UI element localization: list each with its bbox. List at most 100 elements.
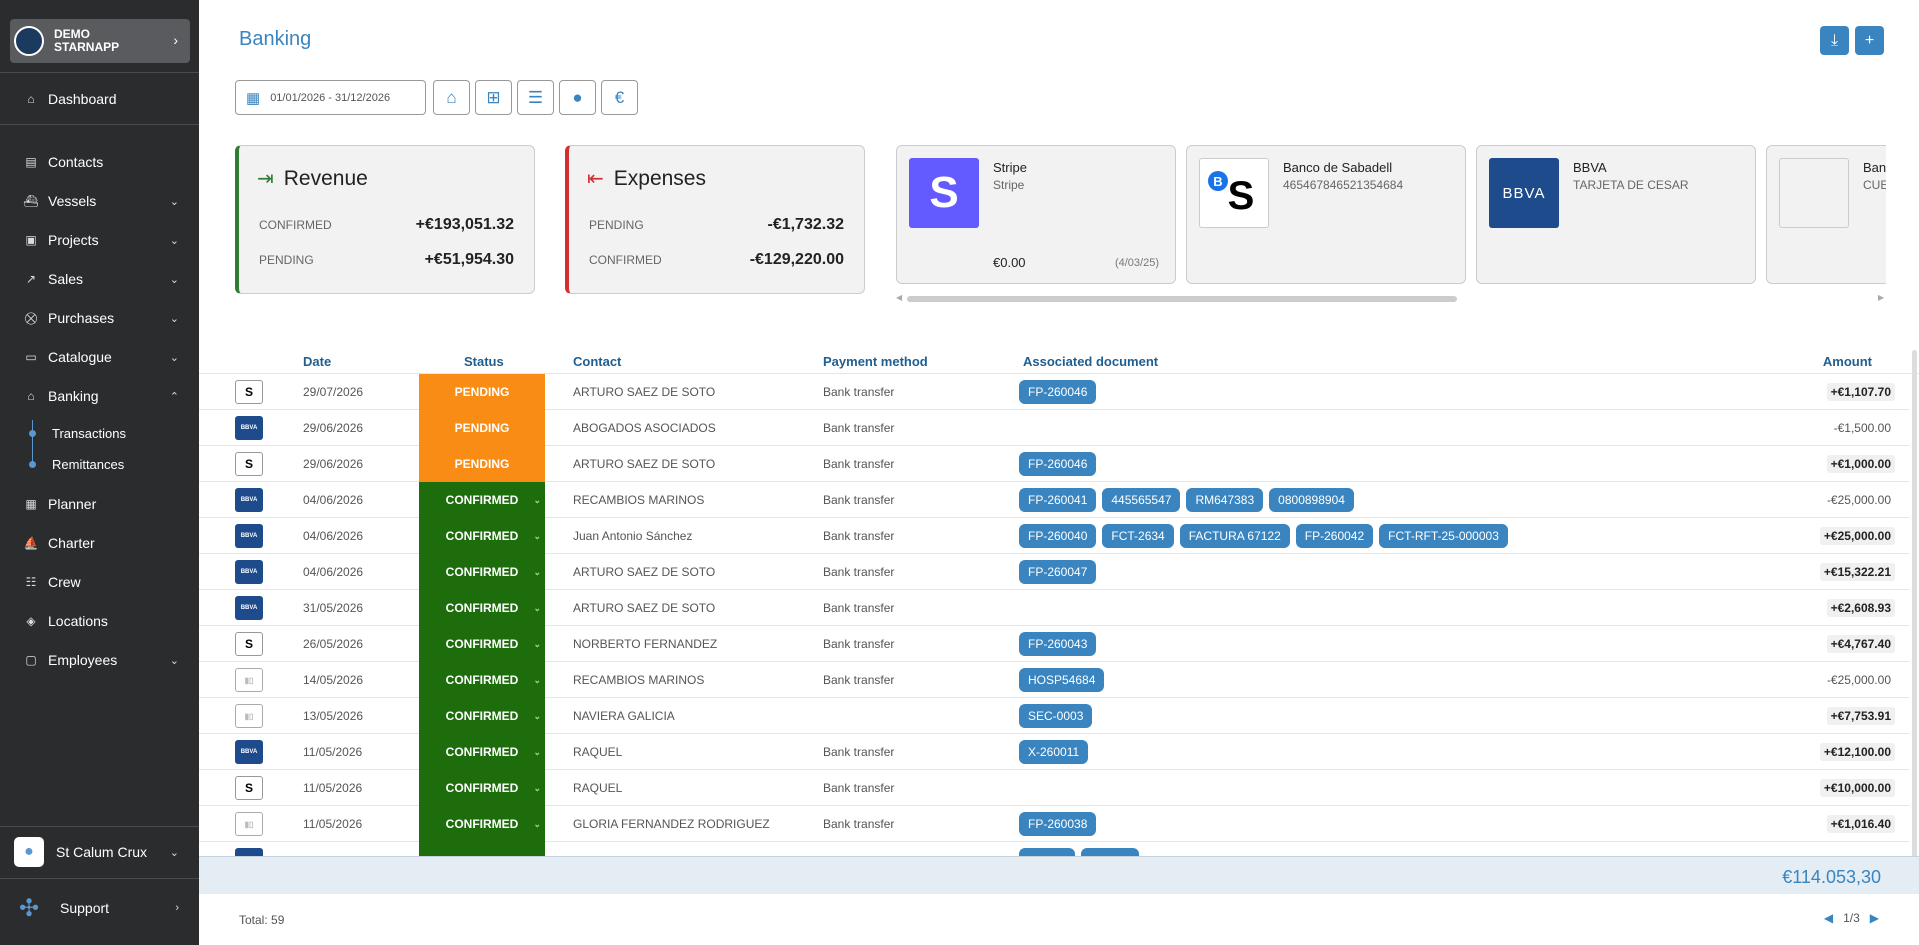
user-menu[interactable]: ● St Calum Crux ⌄ [0,835,199,869]
nav-item-planner[interactable]: ▦ Planner [0,489,199,519]
cell-contact: RECAMBIOS MARINOS [573,673,705,687]
filter-hierarchy-button[interactable]: ⊞ [475,80,512,115]
sabadell-logo: B S [1199,158,1269,228]
bullet-icon [29,460,36,468]
nav-item-locations[interactable]: ◈ Locations [0,606,199,636]
nav-item-catalogue[interactable]: ▭ Catalogue ⌄ [0,342,199,372]
status-badge[interactable]: CONFIRMED ⌄ [419,626,545,662]
next-page-icon[interactable]: ▶ [1870,911,1879,925]
status-badge[interactable]: CONFIRMED ⌄ [419,806,545,842]
status-badge[interactable]: CONFIRMED ⌄ [419,734,545,770]
document-chip[interactable]: FP-260043 [1019,632,1097,656]
table-row[interactable]: BBVA 31/05/2026 CONFIRMED ⌄ ARTURO SAEZ DE S… [199,590,1909,626]
status-badge[interactable]: CONFIRMED ⌄ [419,698,545,734]
col-amount[interactable]: Amount [1823,354,1872,369]
nav-item-purchases[interactable]: ⛒ Purchases ⌄ [0,303,199,333]
account-card-stripe[interactable]: S Stripe Stripe €0.00 (4/03/25) [896,145,1176,284]
nav-label: Projects [48,232,99,248]
table-row[interactable]: S 26/05/2026 CONFIRMED ⌄ NORBERTO FERNANDEZ B… [199,626,1909,662]
nav-item-contacts[interactable]: ▤ Contacts [0,147,199,177]
sub-item-remittances[interactable]: Remittances [0,452,199,476]
status-badge[interactable]: CONFIRMED ⌄ [419,518,545,554]
nav-item-dashboard[interactable]: ⌂ Dashboard [0,84,199,114]
chevron-down-icon: ⌄ [533,566,541,577]
filter-currency-button[interactable]: € [601,80,638,115]
cell-contact: ARTURO SAEZ DE SOTO [573,457,716,471]
account-card-partial[interactable]: Banc CUE [1766,145,1886,284]
download-button[interactable]: ⤓ [1820,26,1849,55]
col-status[interactable]: Status [464,354,504,369]
cell-documents: FP-260043 [1019,626,1097,662]
table-row[interactable]: ▮▯ 14/05/2026 CONFIRMED ⌄ RECAMBIOS MARINOS B… [199,662,1909,698]
document-chip[interactable]: FP-260042 [1295,524,1374,548]
document-chip[interactable]: FP-260047 [1019,560,1097,584]
status-badge[interactable]: CONFIRMED ⌄ [419,770,545,806]
document-chip[interactable]: HOSP54684 [1019,668,1105,692]
document-chip[interactable]: FP-260040 [1019,524,1097,548]
nav-item-sales[interactable]: ↗ Sales ⌄ [0,264,199,294]
vertical-scrollbar[interactable] [1912,350,1917,858]
col-contact[interactable]: Contact [573,354,621,369]
cell-payment-method: Bank transfer [823,493,895,507]
add-button[interactable]: + [1855,26,1884,55]
nav-item-vessels[interactable]: ⛴ Vessels ⌄ [0,186,199,216]
status-badge[interactable]: CONFIRMED ⌄ [419,554,545,590]
document-chip[interactable]: X-260011 [1019,740,1089,764]
document-chip[interactable]: FACTURA 67122 [1179,524,1290,548]
nav-item-projects[interactable]: ▣ Projects ⌄ [0,225,199,255]
cell-date: 04/06/2026 [303,565,364,579]
document-chip[interactable]: FCT-RFT-25-000003 [1379,524,1508,548]
chevron-down-icon: ⌄ [533,530,541,541]
horizontal-scrollbar[interactable] [907,296,1457,302]
document-chip[interactable]: 0800898904 [1269,488,1354,512]
chevron-down-icon: ⌄ [169,234,179,247]
document-chip[interactable]: FP-260046 [1019,380,1097,404]
status-badge[interactable]: PENDING [419,446,545,482]
table-row[interactable]: ▮▯ 13/05/2026 CONFIRMED ⌄ NAVIERA GALICIA SEC… [199,698,1909,734]
table-row[interactable]: S 29/06/2026 PENDING ARTURO SAEZ DE SOTO Ban… [199,446,1909,482]
document-chip[interactable]: FP-260038 [1019,812,1097,836]
status-badge[interactable]: PENDING [419,410,545,446]
filter-bank-button[interactable]: ⌂ [433,80,470,115]
document-chip[interactable]: RM647383 [1186,488,1264,512]
table-row[interactable]: BBVA 29/06/2026 PENDING ABOGADOS ASOCIADOS B… [199,410,1909,446]
table-row[interactable]: S 11/05/2026 CONFIRMED ⌄ RAQUEL Bank transfer… [199,770,1909,806]
document-chip[interactable]: 445565547 [1102,488,1181,512]
status-badge[interactable]: CONFIRMED ⌄ [419,590,545,626]
table-row[interactable]: BBVA 04/06/2026 CONFIRMED ⌄ ARTURO SAEZ DE S… [199,554,1909,590]
table-row[interactable]: S 29/07/2026 PENDING ARTURO SAEZ DE SOTO Ban… [199,374,1909,410]
prev-page-icon[interactable]: ◀ [1824,911,1833,925]
col-date[interactable]: Date [303,354,331,369]
table-row[interactable]: BBVA 04/06/2026 CONFIRMED ⌄ Juan Antonio Sán… [199,518,1909,554]
table-row[interactable]: ▮▯ 11/05/2026 CONFIRMED ⌄ GLORIA FERNANDEZ R… [199,806,1909,842]
scroll-left-icon[interactable]: ◀ [896,293,902,302]
filter-list-button[interactable]: ☰ [517,80,554,115]
document-chip[interactable]: FP-260041 [1019,488,1097,512]
cell-amount: +€15,322.21 [1819,563,1895,581]
document-chip[interactable]: FCT-2634 [1102,524,1174,548]
sub-item-transactions[interactable]: Transactions [0,421,199,445]
filter-contact-button[interactable]: ● [559,80,596,115]
status-badge[interactable]: CONFIRMED ⌄ [419,662,545,698]
nav-item-charter[interactable]: ⛵ Charter [0,528,199,558]
nav-item-banking[interactable]: ⌂ Banking ⌃ [0,381,199,411]
nav-item-crew[interactable]: ☷ Crew [0,567,199,597]
status-label: PENDING [454,421,510,435]
col-payment-method[interactable]: Payment method [823,354,928,369]
status-badge[interactable]: CONFIRMED ⌄ [419,482,545,518]
scroll-right-icon[interactable]: ▶ [1878,293,1884,302]
table-row[interactable]: BBVA 11/05/2026 CONFIRMED ⌄ RAQUEL Bank trans… [199,734,1909,770]
account-card-sabadell[interactable]: B S Banco de Sabadell 465467846521354684 [1186,145,1466,284]
status-badge[interactable]: PENDING [419,374,545,410]
col-associated-document[interactable]: Associated document [1023,354,1158,369]
date-range-filter[interactable]: ▦ 01/01/2026 - 31/12/2026 [235,80,426,115]
support-menu[interactable]: ✣ Support › [0,893,199,923]
cell-date: 29/06/2026 [303,421,364,435]
account-card-bbva[interactable]: BBVA BBVA TARJETA DE CESAR [1476,145,1756,284]
document-chip[interactable]: FP-260046 [1019,452,1097,476]
org-switcher[interactable]: DEMO STARNAPP › [10,19,190,63]
nav-item-employees[interactable]: ▢ Employees ⌄ [0,645,199,675]
card-title: ⇥ Revenue [257,166,368,191]
table-row[interactable]: BBVA 04/06/2026 CONFIRMED ⌄ RECAMBIOS MARINO… [199,482,1909,518]
document-chip[interactable]: SEC-0003 [1019,704,1093,728]
